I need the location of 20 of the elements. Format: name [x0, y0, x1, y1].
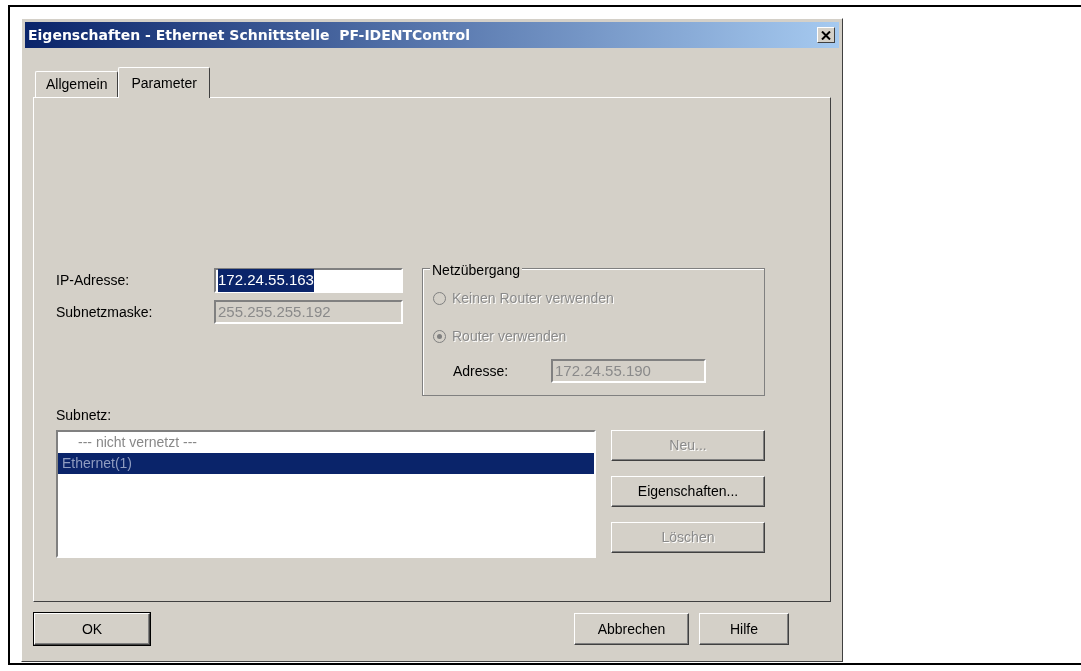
field-label: Adresse:: [453, 361, 510, 381]
window-title: Eigenschaften - Ethernet Schnittstelle PF-IDENTControl: [28, 25, 470, 45]
text-field[interactable]: 172.24.55.163: [214, 268, 403, 293]
close-button[interactable]: [817, 27, 835, 43]
field-label: Subnetz:: [56, 406, 113, 425]
list-item[interactable]: --- nicht vernetzt ---: [58, 432, 594, 453]
radio-label: Keinen Router verwenden: [452, 288, 614, 308]
tab[interactable]: Parameter: [118, 67, 210, 98]
field-label: IP-Adresse:: [56, 271, 131, 290]
button: Löschen: [611, 522, 765, 553]
close-icon: [821, 30, 831, 40]
button[interactable]: Hilfe: [699, 613, 789, 645]
radio-label: Router verwenden: [452, 326, 567, 346]
button[interactable]: Eigenschaften...: [611, 476, 765, 507]
list-item[interactable]: Ethernet(1): [58, 453, 594, 474]
field-label: Subnetzmaske:: [56, 302, 154, 322]
button[interactable]: Abbrechen: [574, 613, 689, 645]
tab[interactable]: Allgemein: [35, 71, 119, 97]
button: Neu...: [611, 430, 765, 461]
button[interactable]: OK: [34, 613, 150, 645]
